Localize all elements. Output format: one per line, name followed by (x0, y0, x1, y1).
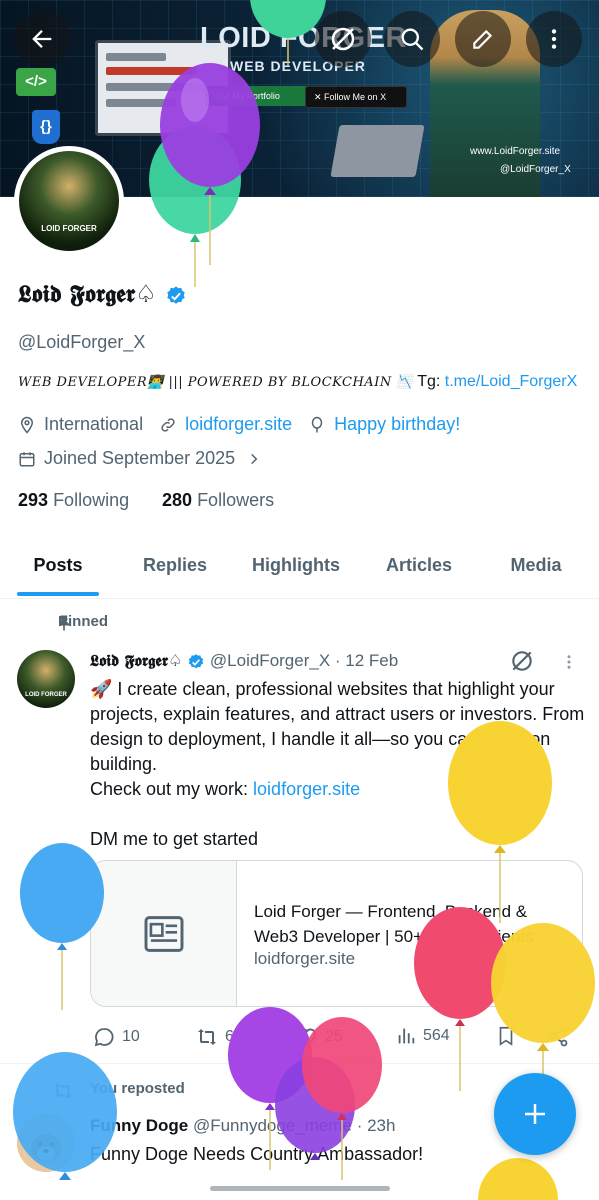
balloon-purple-top (160, 63, 260, 265)
balloon-red-right (414, 907, 506, 1091)
birthday-balloons (13, 0, 595, 1200)
balloon-blue-left (20, 843, 104, 1010)
home-indicator (210, 1186, 390, 1191)
balloon-green-top (250, 0, 326, 66)
balloon-yellow-bottom (478, 1158, 558, 1200)
balloon-yellow-right (448, 721, 552, 923)
plus-icon (525, 1104, 545, 1124)
compose-post-button[interactable] (494, 1073, 576, 1155)
balloon-yellow-right-lower (491, 923, 595, 1091)
balloon-blue-bottom (13, 1052, 117, 1180)
